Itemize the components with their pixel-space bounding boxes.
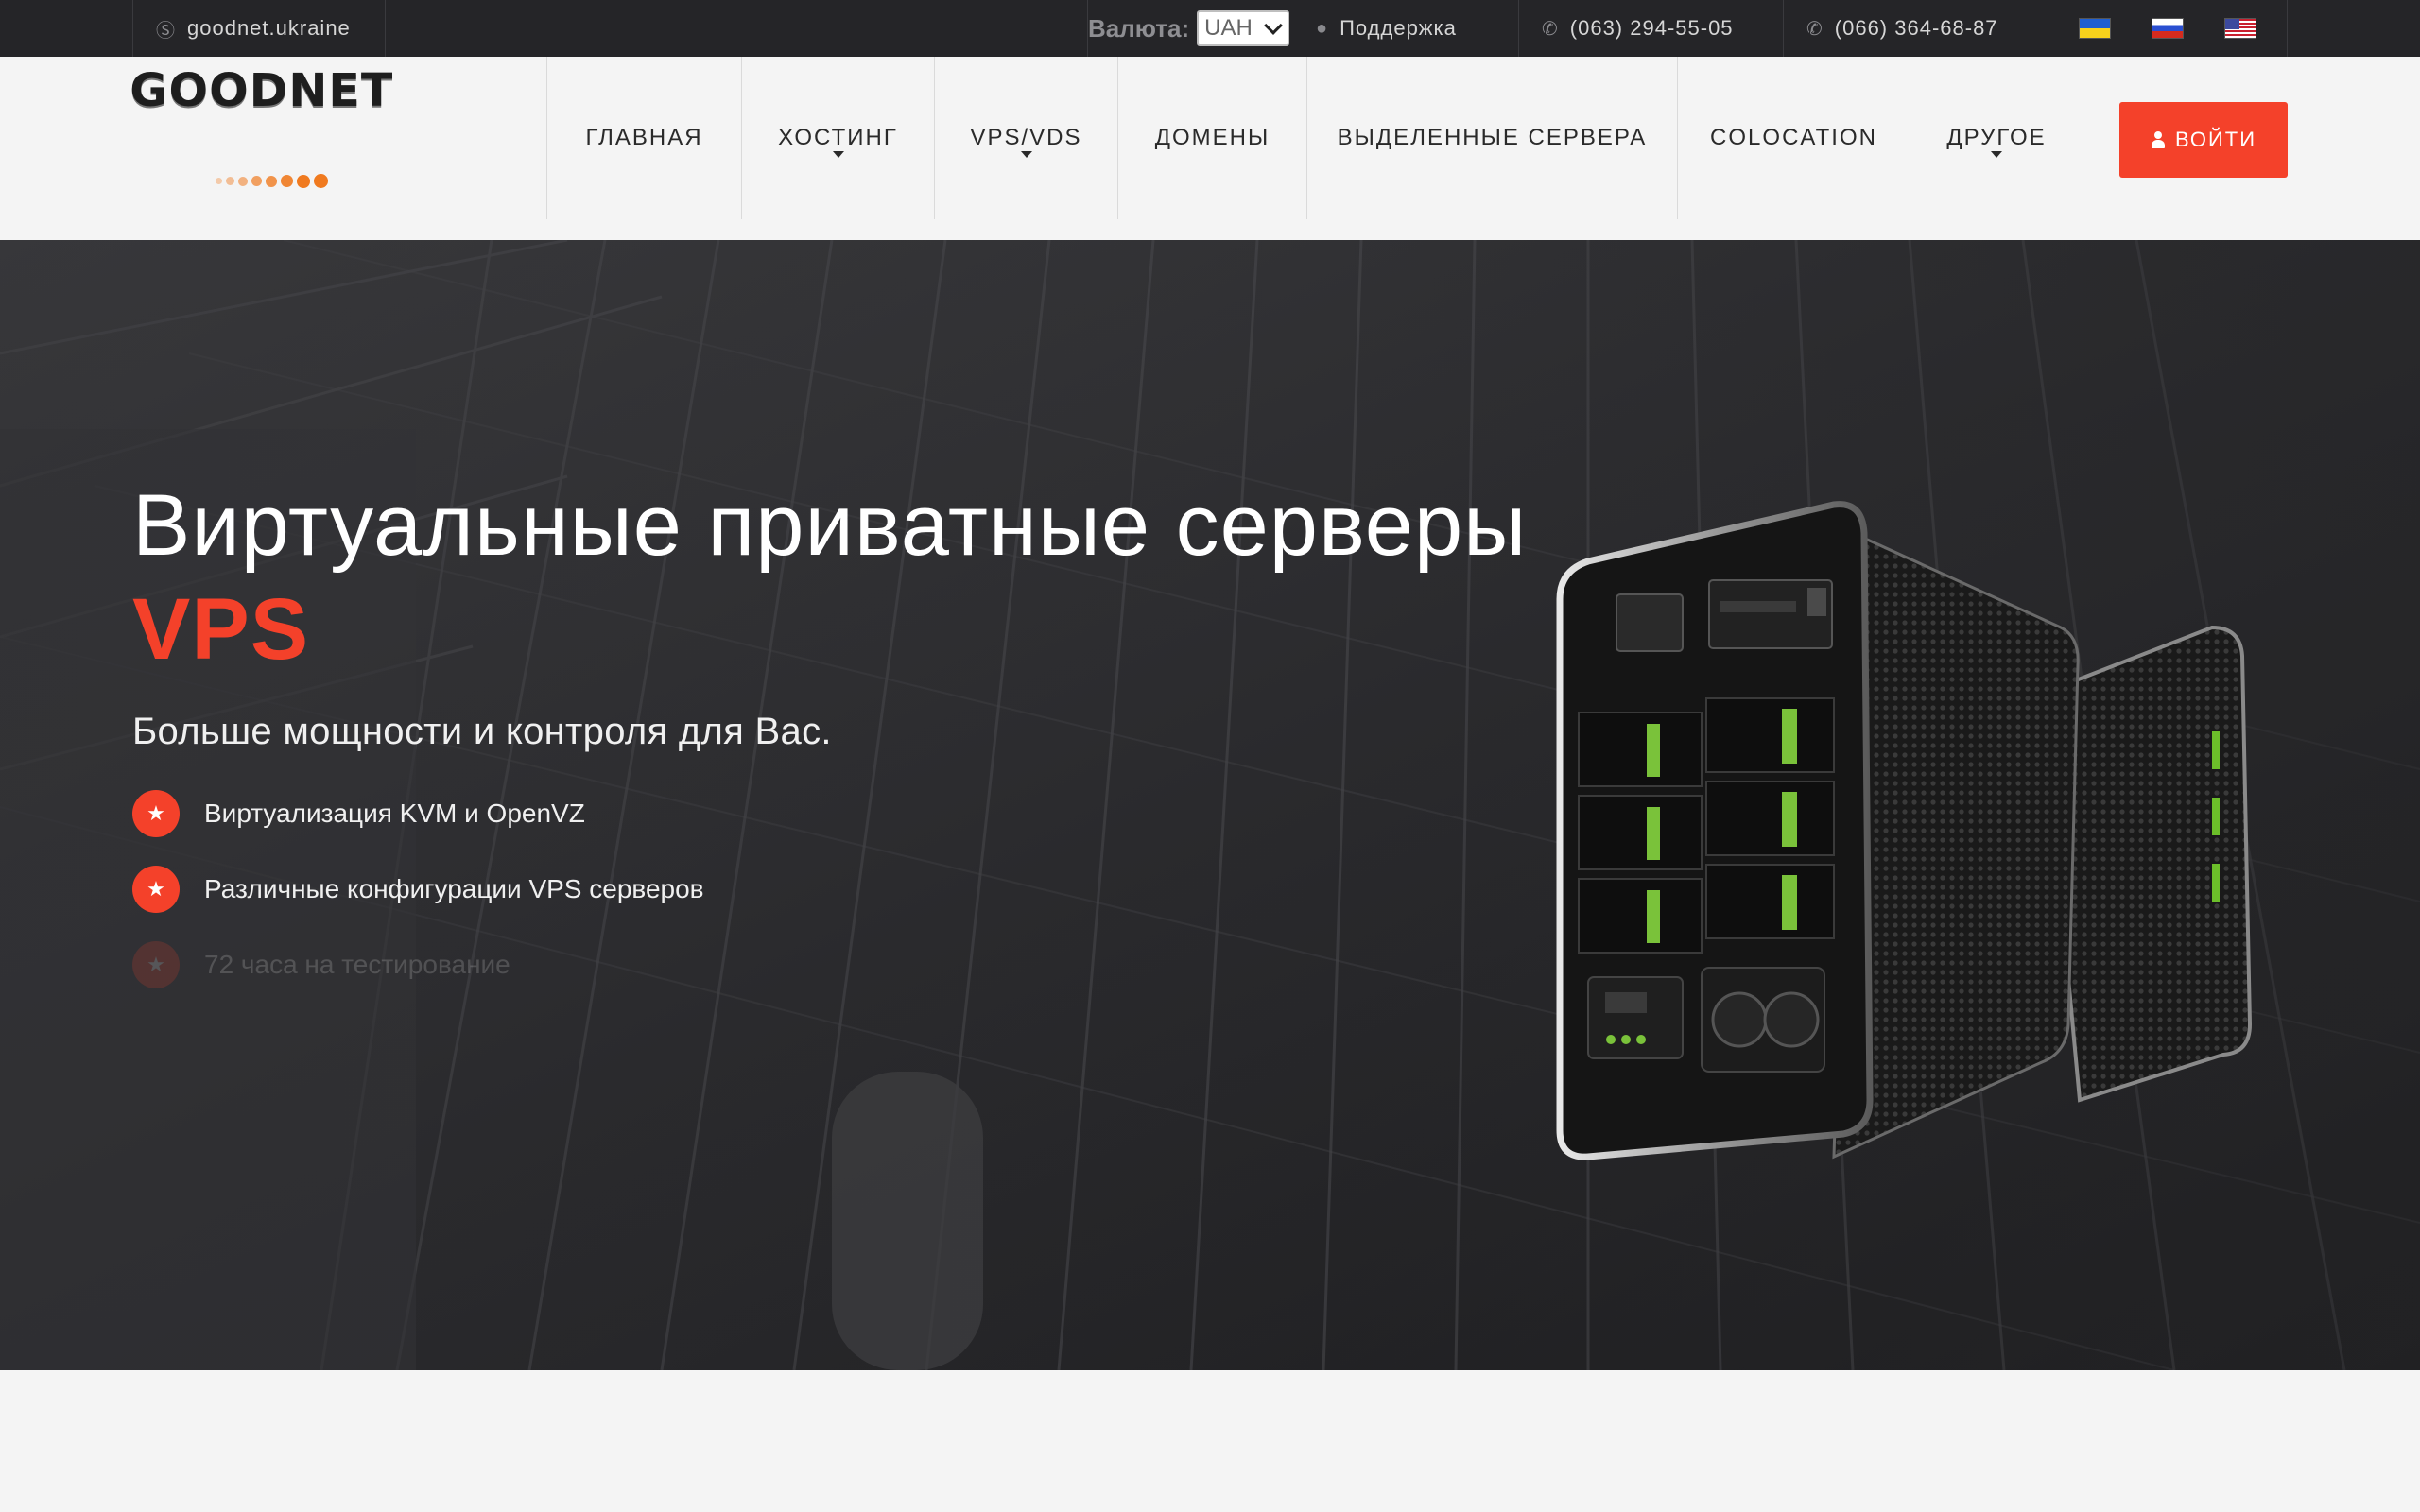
currency-switcher: Валюта: UAH xyxy=(1087,0,1293,57)
phone-link-1[interactable]: ✆ (063) 294-55-05 xyxy=(1518,0,1783,57)
server-illustration xyxy=(1556,501,2253,1160)
currency-value: UAH xyxy=(1204,15,1253,41)
info-icon: ● xyxy=(1316,17,1329,39)
skype-label: goodnet.ukraine xyxy=(187,16,351,40)
phone-number-1: (063) 294-55-05 xyxy=(1569,16,1734,40)
usa-flag-icon[interactable] xyxy=(2224,18,2257,39)
logo-text: GOODNET xyxy=(130,64,394,117)
skype-contact[interactable]: Ⓢ goodnet.ukraine xyxy=(132,0,386,57)
feature-label: Различные конфигурации VPS серверов xyxy=(204,874,704,903)
nav-item-domains[interactable]: ДОМЕНЫ xyxy=(1117,57,1306,219)
language-switcher xyxy=(2048,0,2288,57)
nav-label: ДРУГОЕ xyxy=(1946,125,2047,150)
support-link[interactable]: ● Поддержка xyxy=(1293,0,1518,57)
logo-dots xyxy=(216,174,328,188)
star-icon: ★ xyxy=(132,941,180,988)
nav-item-home[interactable]: ГЛАВНАЯ xyxy=(546,57,741,219)
support-label: Поддержка xyxy=(1340,16,1457,40)
nav-item-hosting[interactable]: ХОСТИНГ xyxy=(741,57,934,219)
phone-link-2[interactable]: ✆ (066) 364-68-87 xyxy=(1783,0,2048,57)
nav-item-vps[interactable]: VPS/VDS xyxy=(934,57,1117,219)
nav-label: ДОМЕНЫ xyxy=(1154,125,1270,150)
page-content-area xyxy=(0,1370,2420,1512)
nav-item-colocation[interactable]: COLOCATION xyxy=(1677,57,1910,219)
caret-down-icon xyxy=(832,151,844,158)
feature-item: ★ 72 часа на тестирование xyxy=(132,941,510,988)
login-button[interactable]: ВОЙТИ xyxy=(2119,102,2288,178)
nav-label: VPS/VDS xyxy=(970,125,1082,150)
top-bar: Ⓢ goodnet.ukraine Валюта: UAH ● Поддержк… xyxy=(0,0,2420,57)
hero-title: Виртуальные приватные серверы xyxy=(132,477,1528,574)
feature-label: Виртуализация KVM и OpenVZ xyxy=(204,799,585,828)
currency-label: Валюта: xyxy=(1088,13,1190,43)
hero-subtitle: Больше мощности и контроля для Вас. xyxy=(132,711,832,752)
nav-label: COLOCATION xyxy=(1710,125,1877,150)
star-icon: ★ xyxy=(132,790,180,837)
feature-item: ★ Виртуализация KVM и OpenVZ xyxy=(132,790,585,837)
phone-icon: ✆ xyxy=(1806,18,1824,40)
nav-item-dedicated[interactable]: ВЫДЕЛЕННЫЕ СЕРВЕРА xyxy=(1306,57,1677,219)
feature-item: ★ Различные конфигурации VPS серверов xyxy=(132,866,704,913)
nav-item-other[interactable]: ДРУГОЕ xyxy=(1910,57,2083,219)
logo[interactable]: GOODNET xyxy=(130,64,392,197)
phone-icon: ✆ xyxy=(1542,18,1559,40)
ukraine-flag-icon[interactable] xyxy=(2078,18,2111,39)
skype-icon: Ⓢ xyxy=(156,20,176,42)
hero-highlight: VPS xyxy=(132,581,310,678)
nav-label: ВЫДЕЛЕННЫЕ СЕРВЕРА xyxy=(1337,125,1648,150)
nav-label: ГЛАВНАЯ xyxy=(585,125,703,150)
caret-down-icon xyxy=(1991,151,2002,158)
login-label: ВОЙТИ xyxy=(2174,128,2257,151)
caret-down-icon xyxy=(1020,151,1032,158)
russia-flag-icon[interactable] xyxy=(2151,18,2184,39)
nav-label: ХОСТИНГ xyxy=(778,125,898,150)
user-icon xyxy=(2151,131,2166,148)
feature-label: 72 часа на тестирование xyxy=(204,950,510,979)
star-icon: ★ xyxy=(132,866,180,913)
currency-select[interactable]: UAH xyxy=(1197,10,1290,46)
hero-banner: Виртуальные приватные серверы VPS Больше… xyxy=(0,240,2420,1370)
phone-number-2: (066) 364-68-87 xyxy=(1834,16,1998,40)
chevron-down-icon xyxy=(1264,16,1284,35)
